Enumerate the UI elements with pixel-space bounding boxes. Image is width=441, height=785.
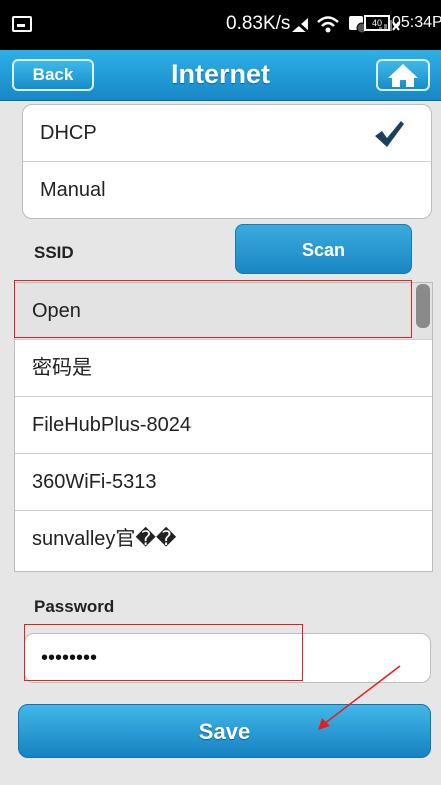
clock: 05:34PM: [392, 14, 441, 31]
save-label: Save: [198, 719, 251, 744]
annotation-arrow: [318, 665, 401, 730]
battery-level: 40: [371, 18, 382, 28]
battery-icon: 40: [364, 15, 390, 31]
image-notification-icon: [12, 16, 32, 32]
ssid-name: 密码是: [32, 357, 92, 379]
page-title: Internet: [170, 59, 270, 89]
app-header: Back Internet: [0, 50, 441, 101]
ssid-list-scrollbar[interactable]: [416, 284, 430, 328]
scan-button[interactable]: Scan: [235, 224, 412, 274]
checkmark-icon: [375, 121, 404, 147]
ssid-name: FileHubPlus-8024: [32, 414, 191, 436]
mode-option-manual[interactable]: Manual: [23, 162, 431, 218]
scan-label: Scan: [301, 240, 346, 260]
ssid-name: 360WiFi-5313: [32, 471, 157, 493]
wifi-icon: [317, 16, 339, 33]
mode-option-dhcp[interactable]: DHCP: [23, 105, 431, 162]
ssid-item[interactable]: 360WiFi-5313: [15, 454, 432, 511]
ssid-list[interactable]: Open 密码是 FileHubPlus-8024 360WiFi-5313 s…: [14, 282, 433, 572]
password-value: ••••••••: [41, 647, 98, 669]
net-speed: 0.83K/s: [226, 13, 291, 34]
ssid-name: sunvalley官��: [32, 528, 177, 550]
ssid-item[interactable]: sunvalley官��: [15, 511, 432, 568]
ssid-item[interactable]: Open: [15, 283, 432, 340]
password-label: Password: [34, 597, 115, 616]
ssid-item[interactable]: 密码是: [15, 340, 432, 397]
status-bar: 0.83K/s 40 05:34PM: [0, 0, 441, 50]
no-sim-icon: [290, 15, 310, 35]
ssid-name: Open: [32, 300, 81, 322]
ssid-label: SSID: [34, 243, 74, 262]
home-icon: [388, 64, 418, 87]
mode-option-label: Manual: [40, 179, 106, 201]
mode-option-label: DHCP: [40, 122, 97, 144]
ip-mode-list: DHCP Manual: [22, 104, 432, 219]
ssid-item[interactable]: FileHubPlus-8024: [15, 397, 432, 454]
home-button[interactable]: [376, 59, 430, 91]
